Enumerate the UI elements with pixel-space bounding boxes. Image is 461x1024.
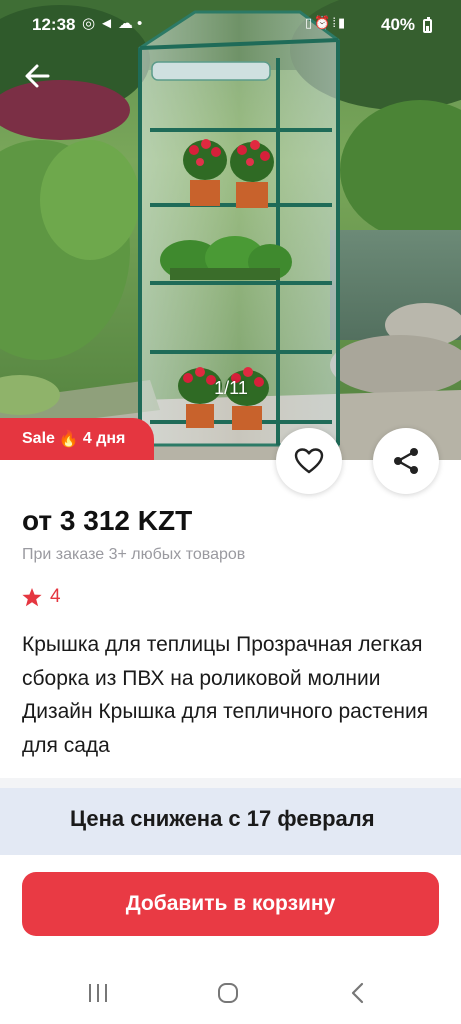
back-button[interactable] [20,58,56,94]
arrow-left-icon [25,64,50,88]
status-bar: 12:38 ◎◄☁• ▯⏰⁞▮ 40% [0,0,461,50]
home-icon [218,983,238,1003]
battery-percent: 40% [381,15,416,34]
battery-icon [423,17,432,33]
sale-label: Sale [22,430,55,447]
price-condition: При заказе 3+ любых товаров [22,546,246,563]
cloud-icon: ☁ [117,15,137,32]
battery-saver-icon: ▯ [305,15,315,30]
flame-icon: 🔥 [58,431,79,448]
rating-value: 4 [50,586,61,607]
add-to-cart-button[interactable]: Добавить в корзину [22,872,439,936]
signal-icon: ▮ [337,15,348,30]
share-button[interactable] [373,428,439,494]
price-drop-banner[interactable]: Цена снижена с 17 февраля [0,788,461,860]
sale-duration: 4 дня [82,430,126,447]
product-rating[interactable]: 4 [22,586,61,608]
system-back-button[interactable] [338,978,378,1008]
notification-icons: ◎◄☁• [82,14,146,32]
whatsapp-icon: ◎ [82,15,100,32]
system-icons: ▯⏰⁞▮ [305,15,347,31]
heart-icon [294,448,324,474]
product-price: от 3 312 KZT [22,505,193,536]
telegram-icon: ◄ [99,15,118,32]
price-drop-text: Цена снижена с 17 февраля [70,806,375,831]
home-button[interactable] [208,978,248,1008]
system-nav-bar [0,960,461,1024]
sale-badge: Sale 🔥 4 дня [0,418,154,460]
dot-icon: • [136,15,147,32]
star-icon [22,587,42,606]
gallery-counter: 1/11 [214,378,248,398]
status-time: 12:38 [32,15,76,34]
section-divider [0,778,461,788]
recent-apps-button[interactable] [78,978,118,1008]
chevron-left-icon [351,982,364,1004]
alarm-icon: ⏰ [314,15,333,30]
product-title: Крышка для теплицы Прозрачная легкая сбо… [22,633,429,757]
recent-apps-icon [89,984,107,1002]
favorite-button[interactable] [276,428,342,494]
share-icon [394,448,418,474]
